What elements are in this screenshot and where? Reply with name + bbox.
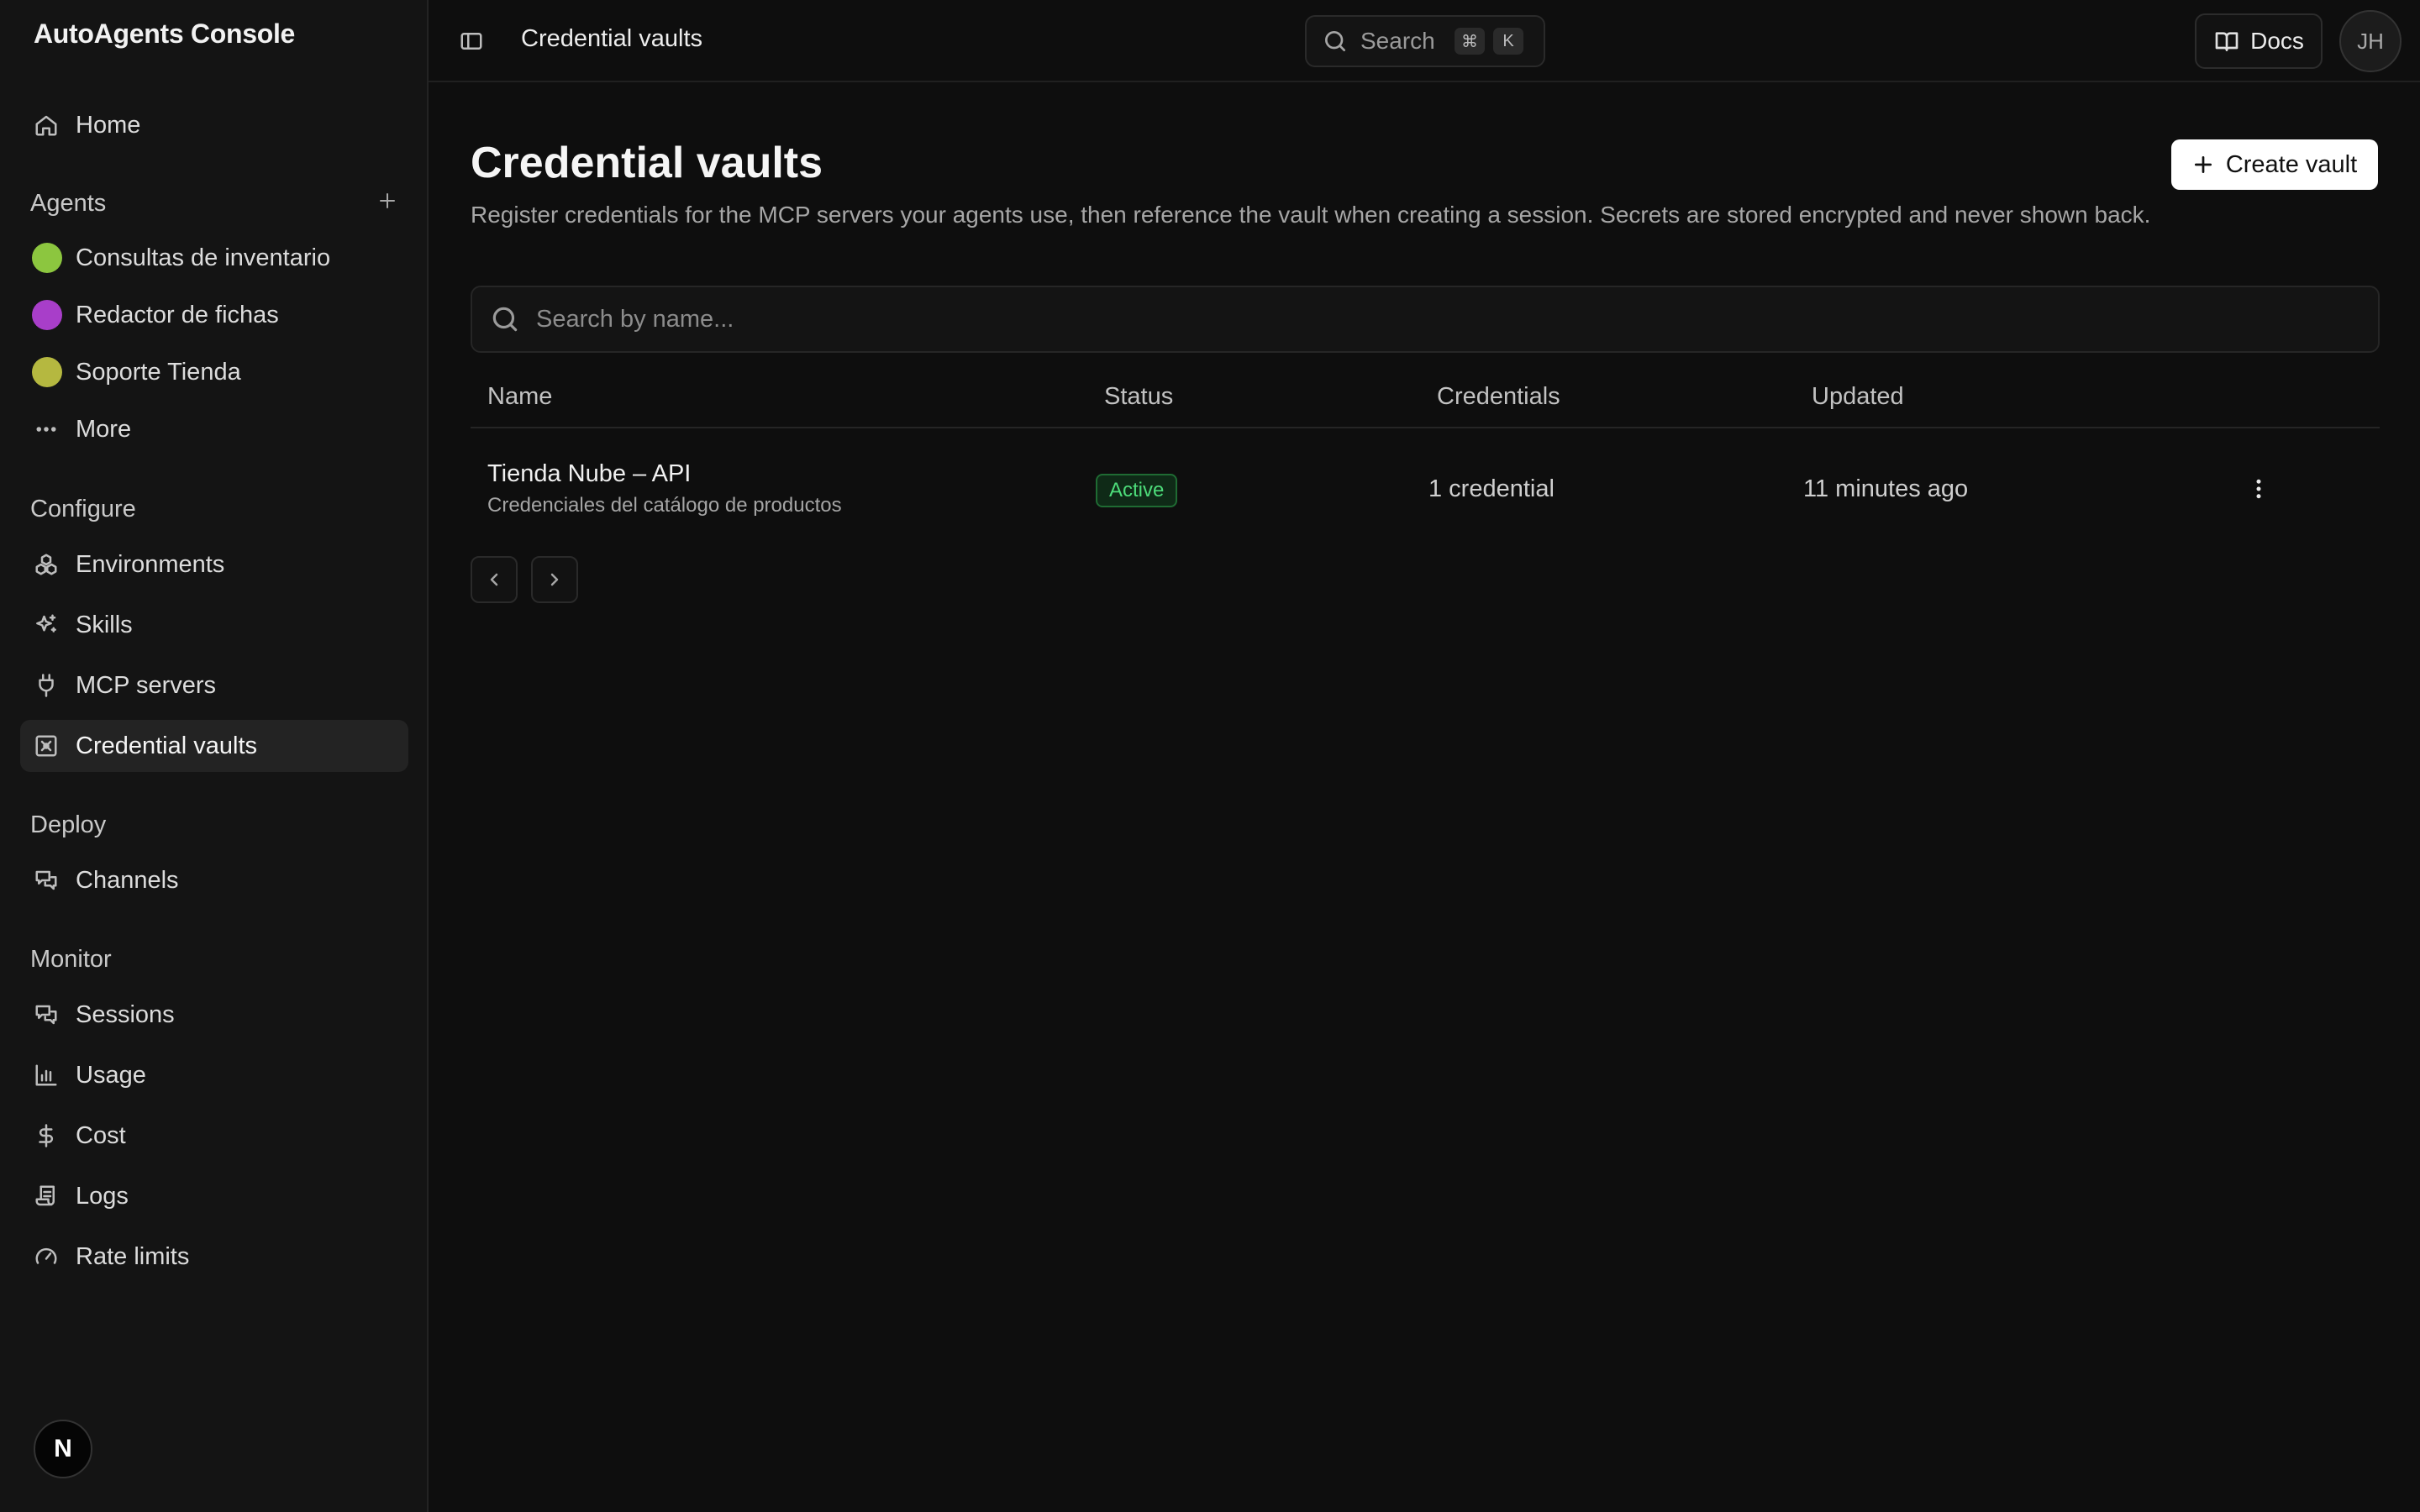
panel-left-icon: [460, 33, 482, 50]
sidebar-item-usage[interactable]: Usage: [20, 1049, 408, 1101]
docs-button[interactable]: Docs: [2195, 13, 2323, 69]
sidebar-item-mcp-servers[interactable]: MCP servers: [20, 659, 408, 711]
main-content: Credential vaults Search ⌘ K Docs JH Cre…: [429, 0, 2420, 1512]
column-header-updated[interactable]: Updated: [1812, 383, 1904, 411]
sidebar-item-label: Logs: [76, 1182, 129, 1210]
vault-description: Credenciales del catálogo de productos: [487, 494, 842, 517]
sidebar-item-label: Home: [76, 111, 141, 139]
section-label-agents: Agents: [30, 190, 107, 217]
page-title: Credential vaults: [471, 139, 823, 187]
section-label-monitor: Monitor: [30, 946, 112, 973]
chevron-right-icon: [550, 573, 559, 586]
vault-icon: [32, 732, 60, 760]
user-avatar[interactable]: JH: [2339, 10, 2402, 72]
next-page-button[interactable]: [531, 556, 578, 603]
global-search-input[interactable]: Search ⌘ K: [1305, 15, 1545, 67]
sidebar-item-agent-redactor[interactable]: Redactor de fichas: [20, 289, 408, 341]
sidebar-item-label: Consultas de inventario: [76, 244, 331, 271]
chevron-left-icon: [490, 573, 498, 586]
plus-icon: [380, 193, 395, 208]
sidebar-item-label: Sessions: [76, 1000, 175, 1028]
create-vault-button[interactable]: Create vault: [2171, 139, 2378, 190]
ellipsis-icon: [32, 415, 60, 444]
boxes-icon: [32, 550, 60, 579]
sidebar-item-cost[interactable]: Cost: [20, 1110, 408, 1162]
sidebar-item-label: Usage: [76, 1061, 146, 1089]
sidebar-item-skills[interactable]: Skills: [20, 599, 408, 651]
sidebar-item-label: Credential vaults: [76, 732, 257, 759]
add-agent-button[interactable]: [375, 188, 400, 213]
bar-chart-icon: [32, 1061, 60, 1089]
sidebar-item-label: Cost: [76, 1121, 126, 1149]
credential-count: 1 credential: [1428, 475, 1555, 502]
sidebar-item-logs[interactable]: Logs: [20, 1170, 408, 1222]
table-row[interactable]: Tienda Nube – API Credenciales del catál…: [471, 430, 2380, 548]
sidebar-item-label: Environments: [76, 550, 225, 578]
breadcrumb: Credential vaults: [521, 25, 702, 52]
vault-search-input[interactable]: Search by name...: [471, 286, 2380, 353]
plug-icon: [32, 671, 60, 700]
app-root: AutoAgents Console Home Agents Consultas…: [0, 0, 2420, 1512]
gauge-icon: [32, 1242, 60, 1271]
search-icon: [1325, 31, 1345, 51]
sidebar-item-label: Skills: [76, 611, 133, 638]
search-icon: [492, 307, 518, 332]
sidebar-item-label: Rate limits: [76, 1242, 190, 1270]
sidebar-toggle-button[interactable]: [459, 29, 486, 55]
sidebar-item-label: MCP servers: [76, 671, 217, 699]
sidebar-item-rate-limits[interactable]: Rate limits: [20, 1231, 408, 1283]
messages-icon: [32, 1000, 60, 1029]
column-header-status[interactable]: Status: [1104, 383, 1173, 411]
page-description: Register credentials for the MCP servers…: [471, 202, 2151, 228]
column-header-credentials[interactable]: Credentials: [1437, 383, 1560, 411]
sidebar-item-credential-vaults[interactable]: Credential vaults: [20, 720, 408, 772]
previous-page-button[interactable]: [471, 556, 518, 603]
workspace-badge[interactable]: N: [34, 1420, 92, 1478]
row-actions-button[interactable]: [2238, 469, 2279, 509]
book-open-icon: [2215, 32, 2238, 51]
topbar: Credential vaults Search ⌘ K Docs JH: [429, 0, 2420, 82]
sidebar-item-label: Channels: [76, 866, 179, 894]
chat-bubbles-icon: [32, 866, 60, 895]
agent-color-dot: [32, 243, 62, 273]
sidebar-item-agent-consultas[interactable]: Consultas de inventario: [20, 232, 408, 284]
sidebar-item-label: Soporte Tienda: [76, 358, 241, 386]
scroll-icon: [32, 1182, 60, 1210]
sidebar-item-label: More: [76, 415, 132, 443]
docs-label: Docs: [2250, 28, 2304, 54]
sidebar-item-environments[interactable]: Environments: [20, 538, 408, 591]
app-title: AutoAgents Console: [34, 18, 296, 49]
agent-color-dot: [32, 300, 62, 330]
shortcut-key-k: K: [1493, 28, 1523, 55]
search-placeholder: Search: [1360, 28, 1435, 54]
column-header-name[interactable]: Name: [487, 383, 552, 411]
sidebar-item-home[interactable]: Home: [20, 99, 408, 151]
shortcut-key-cmd: ⌘: [1455, 28, 1485, 55]
create-vault-label: Create vault: [2225, 150, 2358, 178]
sidebar-item-channels[interactable]: Channels: [20, 854, 408, 906]
plus-icon: [2194, 155, 2212, 174]
section-label-deploy: Deploy: [30, 811, 107, 838]
sparkles-icon: [32, 611, 60, 639]
sidebar-item-agent-soporte[interactable]: Soporte Tienda: [20, 346, 408, 398]
vault-search-placeholder: Search by name...: [536, 305, 734, 333]
vault-name: Tienda Nube – API: [487, 460, 692, 487]
agent-color-dot: [32, 357, 62, 387]
sidebar-item-more[interactable]: More: [20, 403, 408, 455]
home-icon: [32, 111, 60, 139]
section-label-configure: Configure: [30, 496, 136, 522]
sidebar-item-label: Redactor de fichas: [76, 301, 279, 328]
dollar-icon: [32, 1121, 60, 1150]
updated-time: 11 minutes ago: [1803, 475, 1969, 502]
more-vertical-icon: [2256, 479, 2261, 499]
table-header-divider: [471, 427, 2380, 428]
sidebar-item-sessions[interactable]: Sessions: [20, 989, 408, 1041]
sidebar: AutoAgents Console Home Agents Consultas…: [0, 0, 429, 1512]
status-badge: Active: [1096, 474, 1178, 507]
